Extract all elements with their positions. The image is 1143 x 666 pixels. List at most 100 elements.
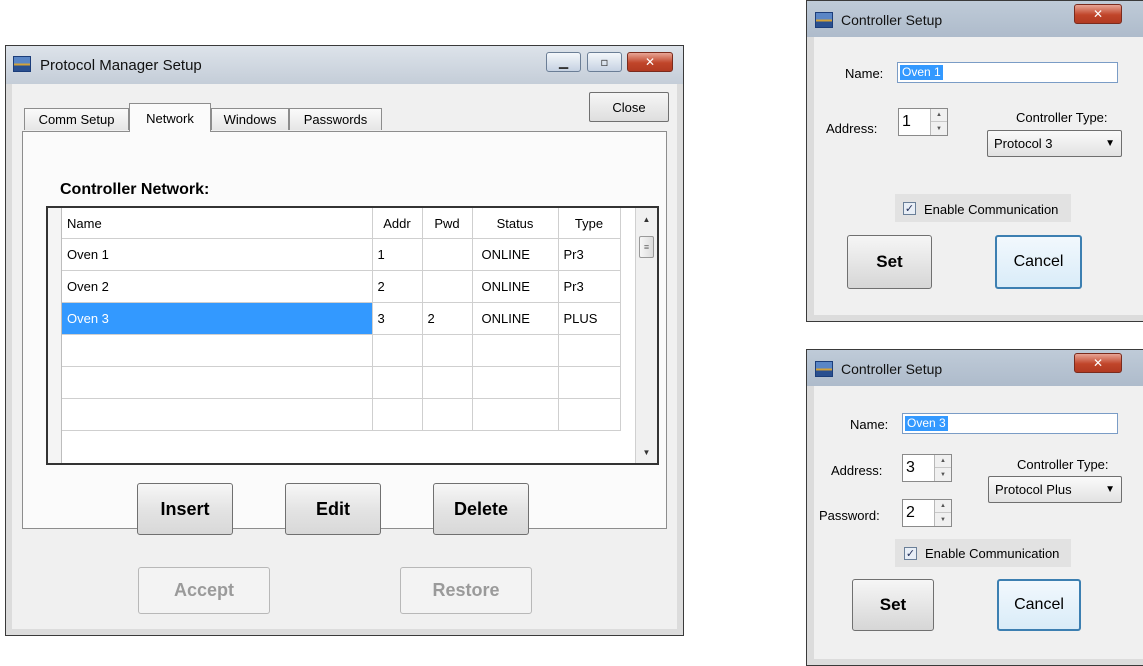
cell-type[interactable]: PLUS: [558, 302, 621, 335]
address-stepper[interactable]: 1 ▲ ▼: [898, 108, 948, 136]
table-row[interactable]: Oven 2 2 ONLINE Pr3: [62, 270, 621, 303]
controller-type-label: Controller Type:: [1017, 457, 1109, 472]
scroll-up-icon[interactable]: ▲: [636, 210, 657, 228]
column-header-pwd[interactable]: Pwd: [422, 208, 473, 239]
close-button[interactable]: Close: [589, 92, 669, 122]
accept-button[interactable]: Accept: [138, 567, 270, 614]
cell-name[interactable]: Oven 1: [62, 238, 373, 271]
table-row[interactable]: [62, 398, 621, 431]
tab-comm-setup[interactable]: Comm Setup: [24, 108, 129, 130]
controller-type-select[interactable]: Protocol Plus ▼: [988, 476, 1122, 503]
cell-addr[interactable]: 3: [372, 302, 423, 335]
cell-status[interactable]: ONLINE: [472, 238, 559, 271]
controller-type-select[interactable]: Protocol 3 ▼: [987, 130, 1122, 157]
stepper-down-icon[interactable]: ▼: [931, 122, 947, 135]
cell-pwd[interactable]: [422, 238, 473, 271]
table-row[interactable]: [62, 366, 621, 399]
stepper-buttons: ▲ ▼: [934, 455, 951, 481]
cell-name[interactable]: [62, 366, 373, 399]
dialog-title: Controller Setup: [841, 361, 943, 377]
restore-button[interactable]: Restore: [400, 567, 532, 614]
stepper-down-icon[interactable]: ▼: [935, 513, 951, 526]
cell-addr[interactable]: [372, 366, 423, 399]
address-value: 1: [902, 113, 911, 130]
cell-pwd[interactable]: [422, 334, 473, 367]
cell-type[interactable]: [558, 398, 621, 431]
cell-name[interactable]: Oven 3: [62, 302, 373, 335]
cell-status[interactable]: [472, 334, 559, 367]
scroll-thumb[interactable]: ≡: [639, 236, 654, 258]
maximize-icon: ▫: [600, 55, 609, 69]
stepper-up-icon[interactable]: ▲: [935, 500, 951, 513]
cell-type[interactable]: Pr3: [558, 238, 621, 271]
close-icon: ✕: [1092, 7, 1104, 21]
cell-name[interactable]: [62, 398, 373, 431]
column-header-name[interactable]: Name: [62, 208, 373, 239]
title-bar[interactable]: Protocol Manager Setup ▁ ▫ ✕: [6, 46, 683, 84]
set-button[interactable]: Set: [852, 579, 934, 631]
table-row[interactable]: Oven 1 1 ONLINE Pr3: [62, 238, 621, 271]
window-close-button[interactable]: ✕: [627, 52, 673, 72]
cell-name[interactable]: [62, 334, 373, 367]
column-header-addr[interactable]: Addr: [372, 208, 423, 239]
address-stepper[interactable]: 3 ▲ ▼: [902, 454, 952, 482]
stepper-up-icon[interactable]: ▲: [935, 455, 951, 468]
checkmark-icon: ✓: [905, 547, 916, 560]
cell-pwd[interactable]: [422, 398, 473, 431]
title-bar[interactable]: Controller Setup ✕: [807, 1, 1143, 37]
app-icon: [815, 361, 833, 377]
controller-network-table[interactable]: Name Addr Pwd Status Type Oven 1 1 ONLIN…: [46, 206, 659, 465]
tab-network[interactable]: Network: [129, 103, 211, 132]
enable-communication-checkbox[interactable]: ✓: [903, 202, 916, 215]
dialog-close-button[interactable]: ✕: [1074, 4, 1122, 24]
table-row-selected[interactable]: Oven 3 3 2 ONLINE PLUS: [62, 302, 621, 335]
cell-type[interactable]: [558, 334, 621, 367]
cell-pwd[interactable]: [422, 366, 473, 399]
stepper-down-icon[interactable]: ▼: [935, 468, 951, 481]
row-selector-column[interactable]: [48, 208, 62, 463]
table-row[interactable]: [62, 334, 621, 367]
cell-status[interactable]: [472, 398, 559, 431]
edit-button[interactable]: Edit: [285, 483, 381, 535]
cancel-button[interactable]: Cancel: [997, 579, 1081, 631]
cell-addr[interactable]: [372, 334, 423, 367]
name-field[interactable]: Oven 3: [902, 413, 1118, 434]
cell-type[interactable]: Pr3: [558, 270, 621, 303]
cell-pwd[interactable]: 2: [422, 302, 473, 335]
scroll-down-icon[interactable]: ▼: [636, 443, 657, 461]
controller-setup-dialog-1: Controller Setup ✕ Name: Oven 1 Address:…: [806, 0, 1143, 322]
cell-status[interactable]: [472, 366, 559, 399]
column-header-type[interactable]: Type: [558, 208, 621, 239]
stepper-up-icon[interactable]: ▲: [931, 109, 947, 122]
minimize-button[interactable]: ▁: [546, 52, 581, 72]
app-icon: [815, 12, 833, 28]
cell-addr[interactable]: [372, 398, 423, 431]
delete-button[interactable]: Delete: [433, 483, 529, 535]
tab-passwords[interactable]: Passwords: [289, 108, 382, 130]
address-label: Address:: [826, 121, 878, 136]
set-button[interactable]: Set: [847, 235, 932, 289]
table-scrollbar[interactable]: ▲ ≡ ▼: [635, 208, 657, 463]
cell-type[interactable]: [558, 366, 621, 399]
name-field[interactable]: Oven 1: [897, 62, 1118, 83]
name-label: Name:: [850, 417, 889, 432]
cell-status[interactable]: ONLINE: [472, 302, 559, 335]
cell-status[interactable]: ONLINE: [472, 270, 559, 303]
stepper-buttons: ▲ ▼: [930, 109, 947, 135]
dialog-close-button[interactable]: ✕: [1074, 353, 1122, 373]
protocol-manager-window: Protocol Manager Setup ▁ ▫ ✕ Close Comm …: [5, 45, 684, 636]
cell-addr[interactable]: 2: [372, 270, 423, 303]
enable-communication-checkbox[interactable]: ✓: [904, 547, 917, 560]
column-header-status[interactable]: Status: [472, 208, 559, 239]
title-bar[interactable]: Controller Setup ✕: [807, 350, 1143, 386]
table-header-row: Name Addr Pwd Status Type: [62, 208, 621, 239]
cancel-button[interactable]: Cancel: [995, 235, 1082, 289]
cell-pwd[interactable]: [422, 270, 473, 303]
cell-name[interactable]: Oven 2: [62, 270, 373, 303]
cell-addr[interactable]: 1: [372, 238, 423, 271]
password-stepper[interactable]: 2 ▲ ▼: [902, 499, 952, 527]
maximize-button[interactable]: ▫: [587, 52, 622, 72]
insert-button[interactable]: Insert: [137, 483, 233, 535]
tab-windows[interactable]: Windows: [211, 108, 289, 130]
controller-setup-dialog-2: Controller Setup ✕ Name: Oven 3 Address:…: [806, 349, 1143, 666]
